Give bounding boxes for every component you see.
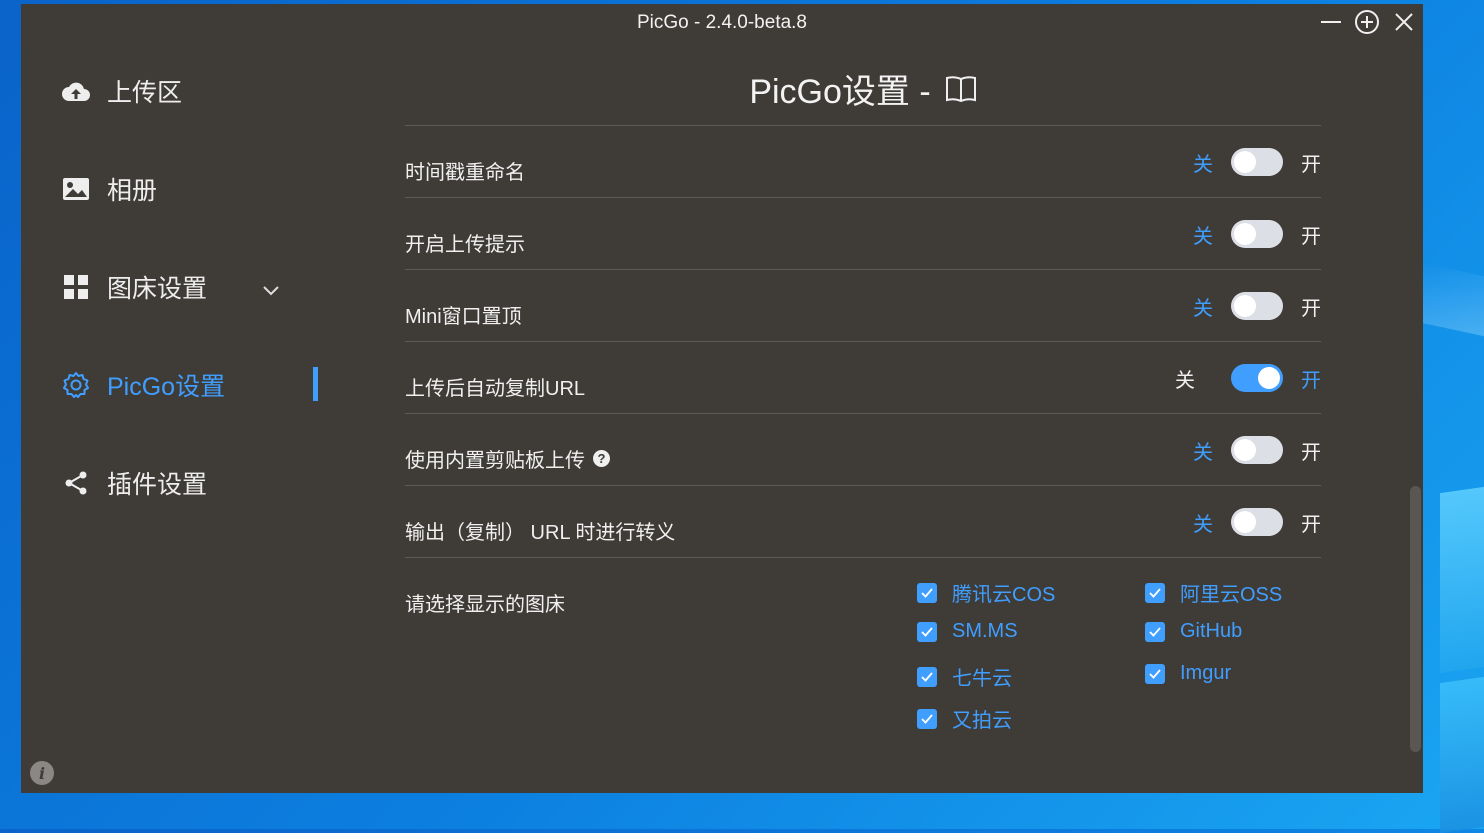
setting-row-escape-url: 输出（复制） URL 时进行转义 关 开 xyxy=(405,485,1321,557)
switch-off-label: 关 xyxy=(1193,297,1213,320)
switch-track[interactable] xyxy=(1231,436,1283,464)
toggle-switch[interactable]: 关 开 xyxy=(1193,434,1321,466)
minimize-icon xyxy=(1321,21,1341,23)
sidebar-item-plugin-settings[interactable]: 插件设置 xyxy=(61,458,331,508)
setting-row-builtin-clipboard: 使用内置剪贴板上传 ? 关 开 xyxy=(405,413,1321,485)
switch-on-label: 开 xyxy=(1301,369,1321,392)
setting-label: 请选择显示的图床 xyxy=(405,594,565,616)
chevron-down-icon xyxy=(261,276,281,305)
cloud-upload-icon xyxy=(61,76,91,106)
checkmark-icon xyxy=(917,621,937,642)
switch-off-label: 关 xyxy=(1193,153,1213,176)
sidebar-item-gallery[interactable]: 相册 xyxy=(61,164,331,214)
picbed-picker-row: 请选择显示的图床 腾讯云COS 阿里云OSS SM.MS GitHub 七牛云 … xyxy=(405,557,1321,758)
switch-on-label: 开 xyxy=(1301,225,1321,248)
active-indicator xyxy=(313,367,318,401)
switch-track[interactable] xyxy=(1231,220,1283,248)
minimize-button[interactable] xyxy=(1316,8,1346,36)
switch-off-label: 关 xyxy=(1193,513,1213,536)
checkmark-icon xyxy=(917,582,937,603)
gear-icon xyxy=(61,370,91,400)
grid-icon xyxy=(61,272,91,302)
switch-on-label: 开 xyxy=(1301,441,1321,464)
toggle-switch[interactable]: 关 开 xyxy=(1193,506,1321,538)
checkbox-tencent-cos[interactable]: 腾讯云COS xyxy=(917,578,1055,607)
page-title: PicGo设置 - xyxy=(405,64,1321,113)
setting-row-upload-notification: 开启上传提示 关 开 xyxy=(405,197,1321,269)
share-icon xyxy=(61,468,91,498)
toggle-switch[interactable]: 关 开 xyxy=(1175,362,1321,394)
sidebar-item-label: 插件设置 xyxy=(107,471,208,499)
toggle-switch[interactable]: 关 开 xyxy=(1193,290,1321,322)
window-title: PicGo - 2.4.0-beta.8 xyxy=(636,12,808,33)
sidebar-item-upload[interactable]: 上传区 xyxy=(61,66,331,116)
info-icon[interactable]: i xyxy=(30,761,54,785)
switch-track[interactable] xyxy=(1231,148,1283,176)
maximize-button[interactable] xyxy=(1352,8,1382,36)
settings-list: 时间戳重命名 关 开 开启上传提示 关 开 Mini窗口置顶 关 开 上传后自动… xyxy=(405,125,1321,758)
switch-track[interactable] xyxy=(1231,364,1283,392)
checkbox-qiniu[interactable]: 七牛云 xyxy=(917,662,1012,691)
setting-label: 开启上传提示 xyxy=(405,234,525,256)
checkbox-upyun[interactable]: 又拍云 xyxy=(917,704,1012,733)
checkbox-imgur[interactable]: Imgur xyxy=(1145,662,1231,685)
sidebar: 上传区 相册 图床设置 PicGo设置 插件设置 xyxy=(21,44,341,744)
setting-label: 上传后自动复制URL xyxy=(405,378,586,400)
switch-on-label: 开 xyxy=(1301,513,1321,536)
plus-circle-icon xyxy=(1355,10,1379,34)
sidebar-item-label: 上传区 xyxy=(107,79,183,107)
image-icon xyxy=(61,174,91,204)
sidebar-item-picgo-settings[interactable]: PicGo设置 xyxy=(61,360,331,410)
setting-row-timestamp-rename: 时间戳重命名 关 开 xyxy=(405,125,1321,197)
checkmark-icon xyxy=(1145,582,1165,603)
toggle-switch[interactable]: 关 开 xyxy=(1193,218,1321,250)
setting-label: Mini窗口置顶 xyxy=(405,306,522,328)
setting-row-mini-window-top: Mini窗口置顶 关 开 xyxy=(405,269,1321,341)
sidebar-item-label: 相册 xyxy=(107,177,158,205)
setting-label: 输出（复制） URL 时进行转义 xyxy=(405,522,676,544)
checkbox-aliyun-oss[interactable]: 阿里云OSS xyxy=(1145,578,1282,607)
desktop-wallpaper-accent xyxy=(1440,676,1484,833)
switch-off-label: 关 xyxy=(1193,441,1213,464)
desktop-wallpaper-accent xyxy=(1440,486,1484,674)
checkmark-icon xyxy=(917,666,937,687)
checkmark-icon xyxy=(1145,663,1165,684)
switch-on-label: 开 xyxy=(1301,297,1321,320)
setting-label: 时间戳重命名 xyxy=(405,162,525,184)
help-icon[interactable]: ? xyxy=(593,450,610,467)
checkbox-github[interactable]: GitHub xyxy=(1145,620,1242,643)
book-icon[interactable] xyxy=(945,74,977,104)
checkbox-smms[interactable]: SM.MS xyxy=(917,620,1018,643)
desktop-wallpaper-accent xyxy=(1420,262,1484,338)
sidebar-item-label: PicGo设置 xyxy=(107,373,226,401)
setting-row-auto-copy-url: 上传后自动复制URL 关 开 xyxy=(405,341,1321,413)
close-icon xyxy=(1395,13,1413,31)
scrollbar-thumb[interactable] xyxy=(1410,486,1421,752)
toggle-switch[interactable]: 关 开 xyxy=(1193,146,1321,178)
switch-on-label: 开 xyxy=(1301,153,1321,176)
switch-off-label: 关 xyxy=(1193,225,1213,248)
switch-track[interactable] xyxy=(1231,508,1283,536)
checkmark-icon xyxy=(917,708,937,729)
app-window: PicGo - 2.4.0-beta.8 上传区 相册 图床设置 PicGo设置… xyxy=(21,4,1423,793)
checkmark-icon xyxy=(1145,621,1165,642)
sidebar-item-picbed-settings[interactable]: 图床设置 xyxy=(61,262,331,312)
sidebar-item-label: 图床设置 xyxy=(107,275,208,303)
switch-track[interactable] xyxy=(1231,292,1283,320)
title-bar: PicGo - 2.4.0-beta.8 xyxy=(21,4,1423,40)
switch-off-label: 关 xyxy=(1175,369,1195,392)
close-button[interactable] xyxy=(1389,8,1419,36)
setting-label: 使用内置剪贴板上传 ? xyxy=(405,444,610,473)
